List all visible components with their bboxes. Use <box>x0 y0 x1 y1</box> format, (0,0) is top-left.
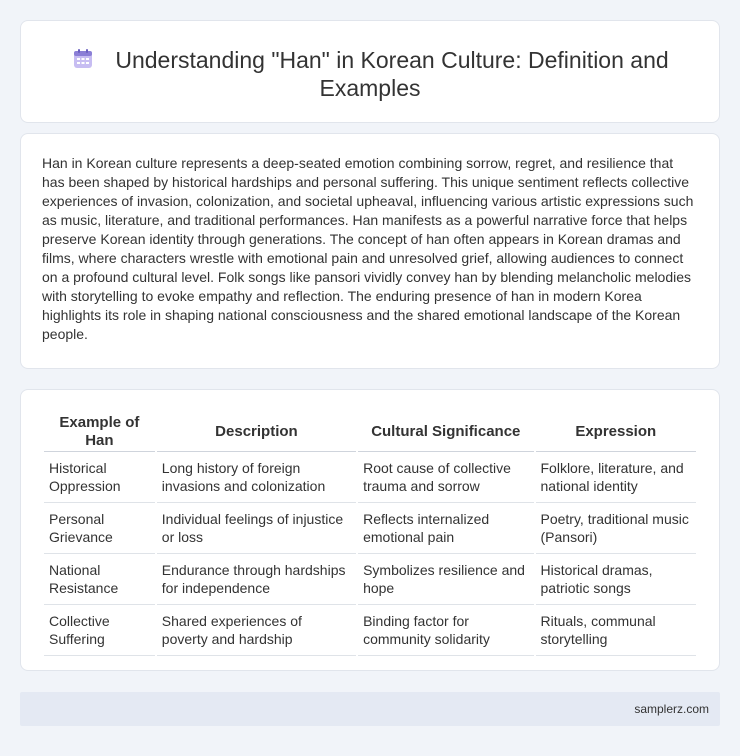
cell-significance: Binding factor for community solidarity <box>358 605 534 656</box>
cell-description: Long history of foreign invasions and co… <box>156 452 357 503</box>
table-card: Example of Han Description Cultural Sign… <box>20 389 720 671</box>
cell-description: Shared experiences of poverty and hardsh… <box>156 605 357 656</box>
table-row: Collective Suffering Shared experiences … <box>44 605 696 656</box>
cell-significance: Reflects internalized emotional pain <box>358 503 534 554</box>
page-title-wrap: Understanding "Han" in Korean Culture: D… <box>21 46 719 102</box>
table-row: Personal Grievance Individual feelings o… <box>44 503 696 554</box>
han-examples-table: Example of Han Description Cultural Sign… <box>42 412 698 656</box>
header-example: Example of Han <box>44 412 155 452</box>
cell-description: Individual feelings of injustice or loss <box>156 503 357 554</box>
footer-site-link[interactable]: samplerz.com <box>634 702 709 716</box>
header-expression: Expression <box>535 412 696 452</box>
title-card: Understanding "Han" in Korean Culture: D… <box>20 20 720 123</box>
cell-expression: Historical dramas, patriotic songs <box>535 554 696 605</box>
calendar-icon <box>71 47 95 71</box>
cell-example: Collective Suffering <box>44 605 155 656</box>
table-header-row: Example of Han Description Cultural Sign… <box>44 412 696 452</box>
intro-paragraph: Han in Korean culture represents a deep-… <box>42 155 694 342</box>
cell-description: Endurance through hardships for independ… <box>156 554 357 605</box>
intro-card: Han in Korean culture represents a deep-… <box>20 133 720 369</box>
header-description: Description <box>156 412 357 452</box>
header-cultural-significance: Cultural Significance <box>358 412 534 452</box>
page-title: Understanding "Han" in Korean Culture: D… <box>115 47 669 101</box>
footer-bar: samplerz.com <box>20 692 720 726</box>
cell-expression: Poetry, traditional music (Pansori) <box>535 503 696 554</box>
cell-significance: Symbolizes resilience and hope <box>358 554 534 605</box>
cell-expression: Rituals, communal storytelling <box>535 605 696 656</box>
cell-example: Historical Oppression <box>44 452 155 503</box>
cell-expression: Folklore, literature, and national ident… <box>535 452 696 503</box>
table-row: Historical Oppression Long history of fo… <box>44 452 696 503</box>
cell-significance: Root cause of collective trauma and sorr… <box>358 452 534 503</box>
table-row: National Resistance Endurance through ha… <box>44 554 696 605</box>
cell-example: Personal Grievance <box>44 503 155 554</box>
cell-example: National Resistance <box>44 554 155 605</box>
